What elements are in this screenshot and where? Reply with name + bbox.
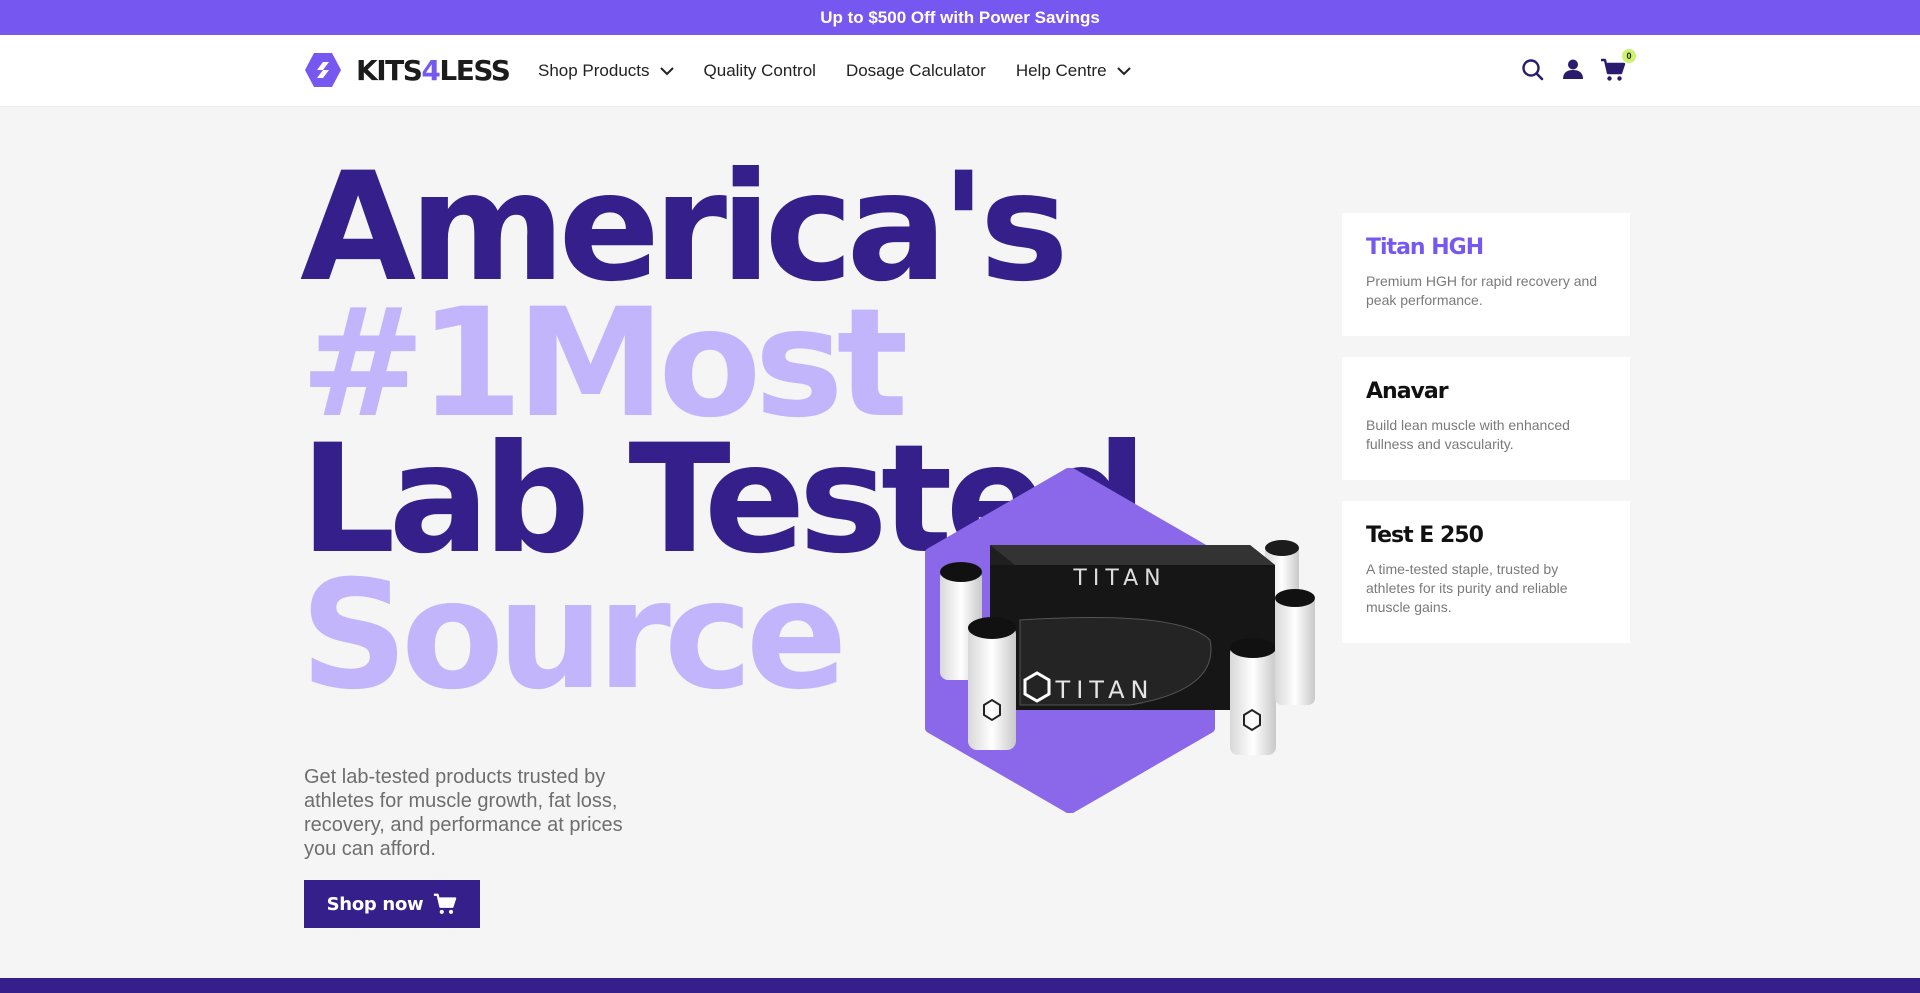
product-card-test-e-250[interactable]: Test E 250 A time-tested staple, trusted… (1342, 501, 1630, 643)
card-title: Anavar (1366, 379, 1449, 404)
card-description: Premium HGH for rapid recovery and peak … (1366, 273, 1598, 308)
cart-count-badge: 0 (1622, 49, 1636, 63)
hero-line-2: #1Most (300, 277, 908, 451)
box-brand-top: TITAN (1072, 566, 1166, 591)
chevron-down-icon (659, 66, 674, 75)
site-header: KITS4LESS Shop Products Quality Control … (0, 35, 1920, 107)
product-cards: Titan HGH Premium HGH for rapid recovery… (1342, 213, 1630, 664)
product-card-titan-hgh[interactable]: Titan HGH Premium HGH for rapid recovery… (1342, 213, 1630, 336)
logo-wordmark: KITS4LESS (356, 53, 511, 87)
nav-help-centre[interactable]: Help Centre (1016, 61, 1131, 81)
nav-shop-products[interactable]: Shop Products (538, 61, 674, 81)
chevron-down-icon (1116, 66, 1131, 75)
hero-line-1: America's (300, 141, 1069, 315)
product-card-anavar[interactable]: Anavar Build lean muscle with enhanced f… (1342, 357, 1630, 480)
card-title: Titan HGH (1366, 235, 1484, 260)
cart-button[interactable]: 0 (1600, 49, 1636, 83)
shop-now-button[interactable]: Shop now (304, 880, 480, 928)
cart-icon (434, 893, 457, 914)
announcement-bar[interactable]: Up to $500 Off with Power Savings (0, 0, 1920, 35)
shop-now-label: Shop now (326, 893, 424, 915)
user-icon[interactable] (1560, 57, 1586, 83)
nav-dosage-calculator[interactable]: Dosage Calculator (846, 61, 986, 81)
box-brand-front: TITAN (1055, 676, 1155, 704)
announcement-text: Up to $500 Off with Power Savings (820, 7, 1100, 27)
footer-band (0, 978, 1920, 993)
main-nav: Shop Products Quality Control Dosage Cal… (538, 35, 1161, 107)
cart-icon (1601, 58, 1626, 81)
header-actions: 0 (1520, 49, 1636, 83)
hero-description: Get lab-tested products trusted by athle… (304, 766, 623, 860)
card-description: Build lean muscle with enhanced fullness… (1366, 417, 1570, 452)
card-title: Test E 250 (1366, 523, 1484, 548)
product-image: TITAN TITAN (940, 540, 1315, 755)
nav-quality-control[interactable]: Quality Control (704, 61, 816, 81)
logo-hex-icon (305, 53, 341, 87)
search-icon[interactable] (1520, 57, 1546, 83)
site-logo[interactable]: KITS4LESS (304, 52, 511, 88)
card-description: A time-tested staple, trusted by athlete… (1366, 561, 1568, 615)
